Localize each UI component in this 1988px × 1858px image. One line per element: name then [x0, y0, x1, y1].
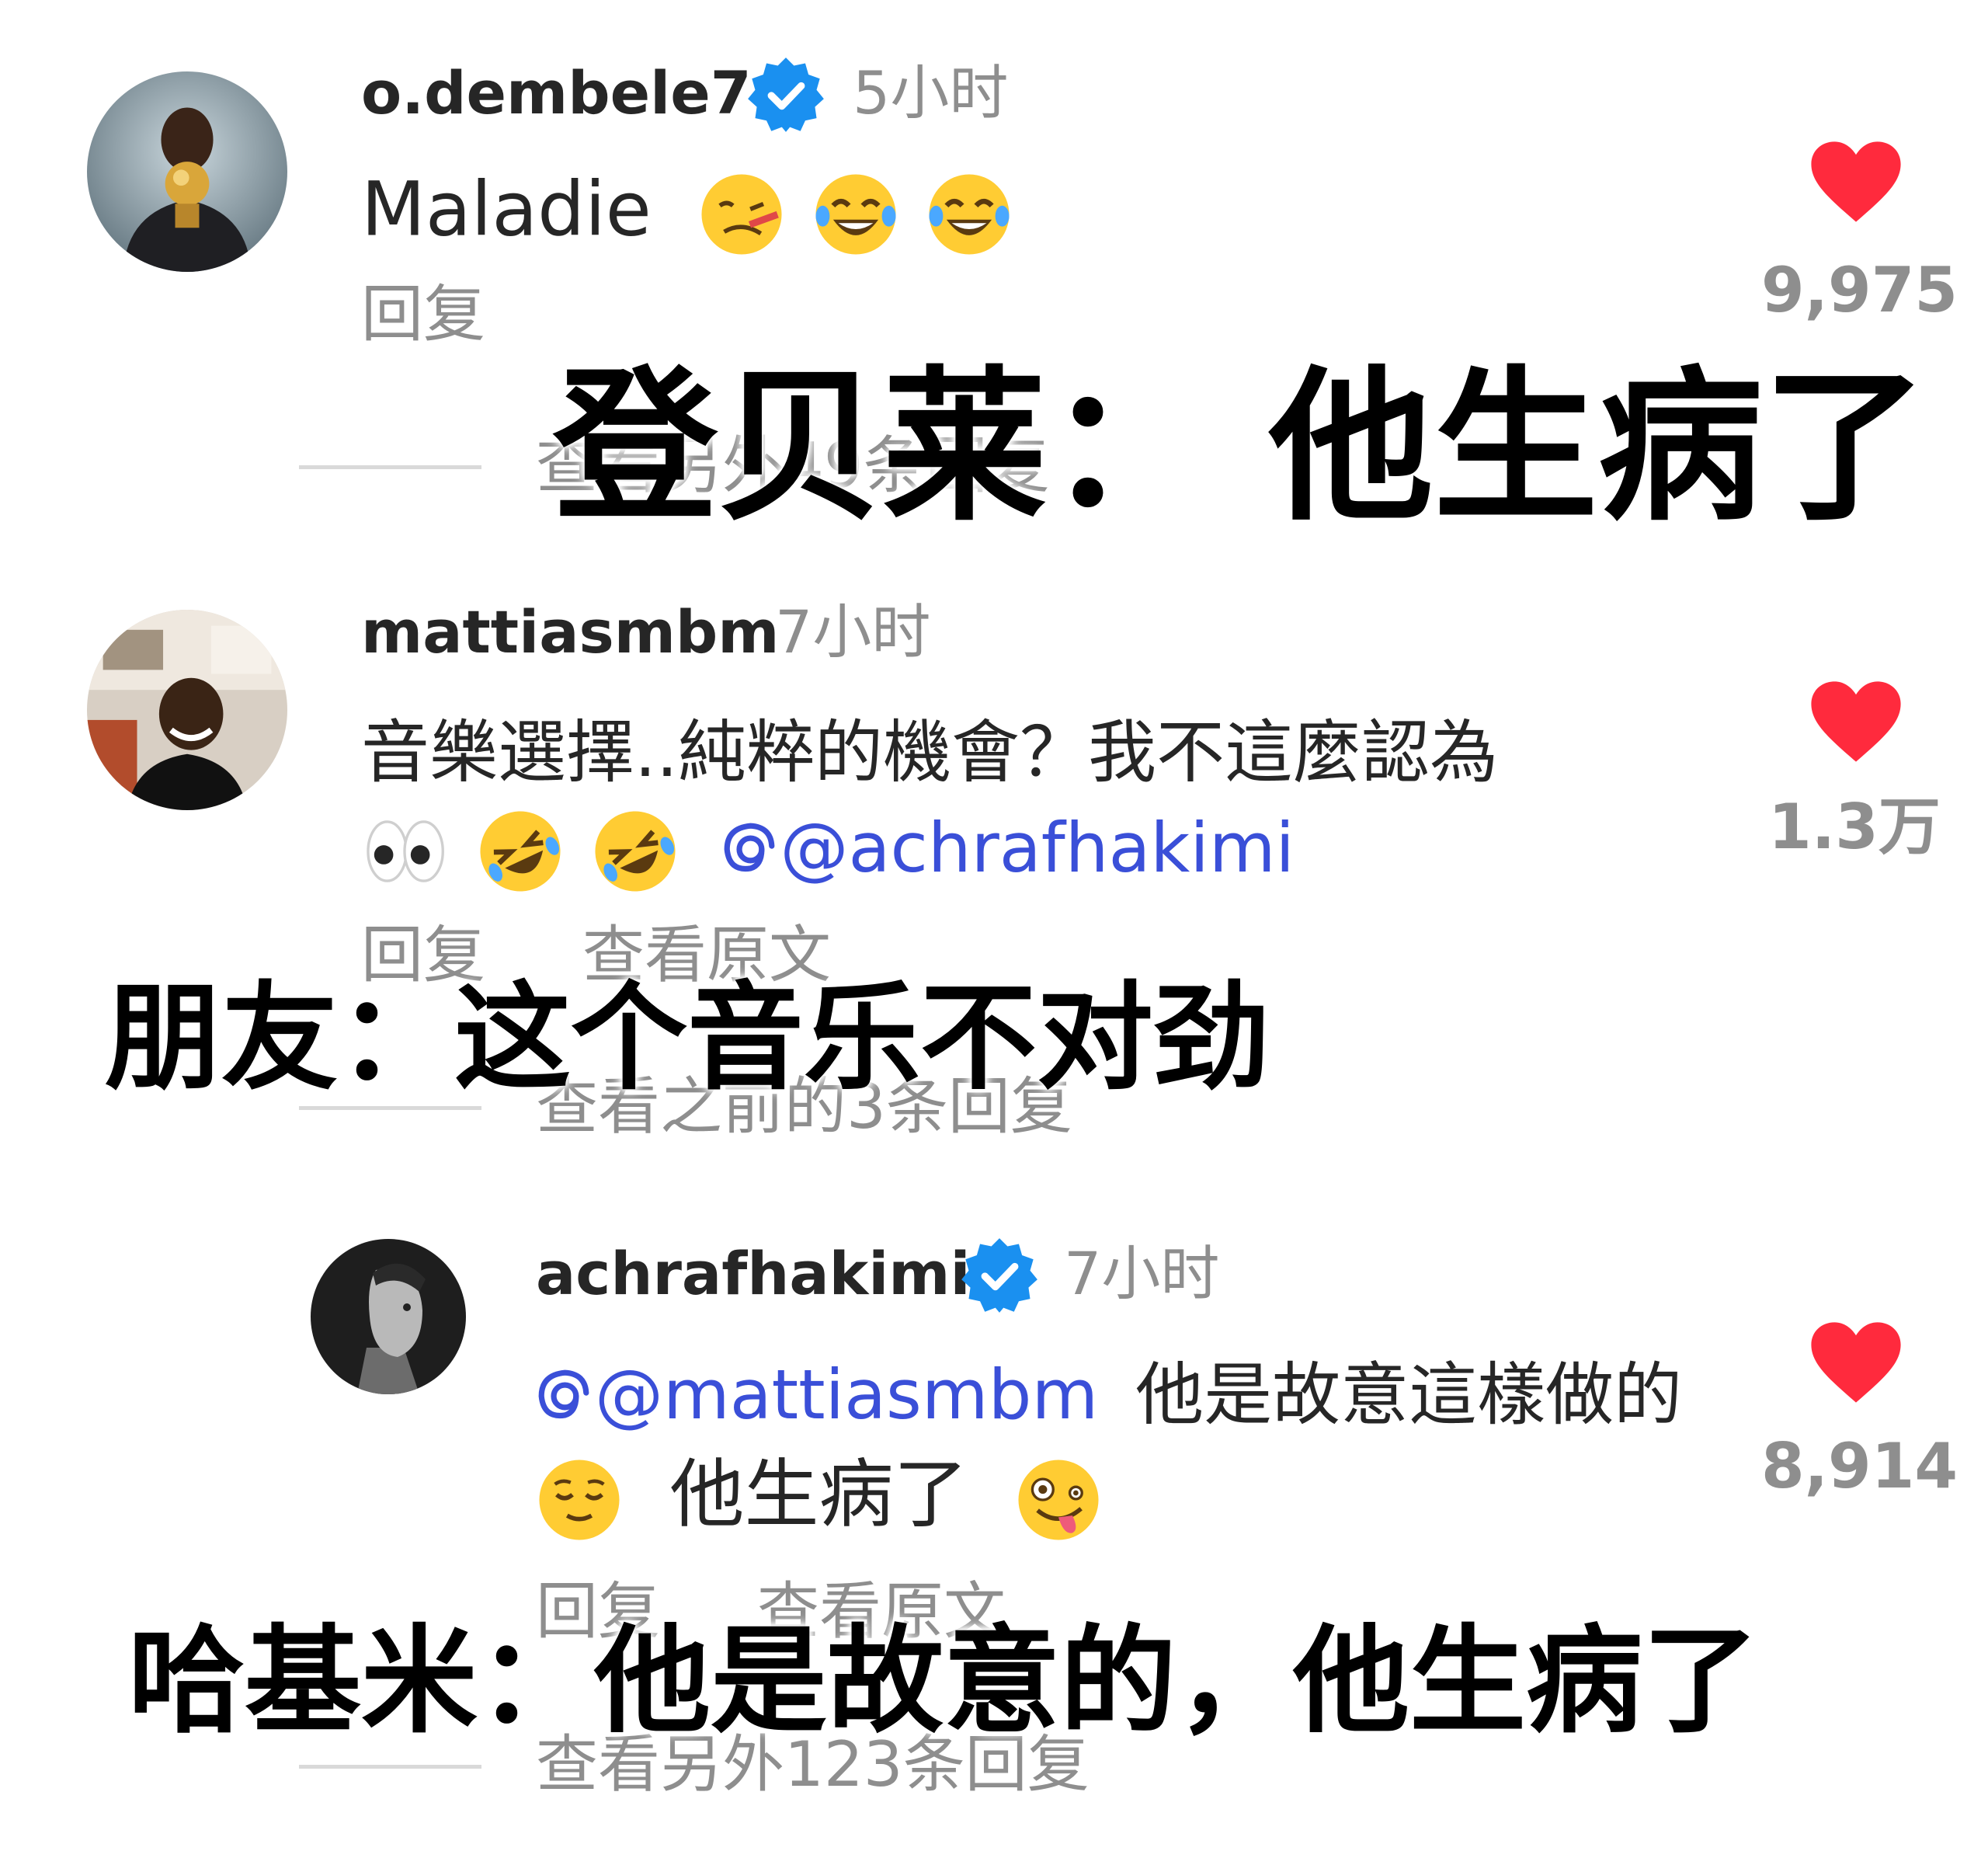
mention-text[interactable]: @mattiasmbm [595, 1355, 1098, 1435]
threads-at-icon [536, 1367, 592, 1423]
caption-overlay: 哈基米：他是故意的，他生病了 [128, 1614, 1760, 1749]
comment-text-line2: @achrafhakimi [361, 808, 1295, 895]
comment-username[interactable]: o.dembele7 [361, 64, 752, 123]
comment-username[interactable]: achrafhakimi [536, 1244, 971, 1303]
comment-text-line1: 音樂選擇..純粹的機會？我不這麼認為 [361, 712, 1498, 792]
replies-divider [299, 465, 481, 469]
mention-link[interactable]: @achrafhakimi [721, 808, 1295, 888]
comment-username[interactable]: mattiasmbm [361, 603, 780, 662]
caption-overlay: 登贝莱： 他生病了 [553, 351, 1927, 543]
like-count: 8,914 [1761, 1430, 1958, 1502]
replies-divider [299, 1106, 481, 1110]
like-heart-icon[interactable] [1809, 1320, 1903, 1404]
verified-badge-icon [746, 54, 826, 135]
avatar-mattiasmbm[interactable] [87, 610, 287, 810]
comment-time: 7小时 [1064, 1239, 1220, 1308]
mention-text[interactable]: @achrafhakimi [780, 808, 1295, 888]
comment-text-content: Maladie [361, 165, 652, 253]
like-count: 1.3万 [1768, 791, 1941, 863]
like-heart-icon[interactable] [1809, 140, 1903, 224]
replies-divider [299, 1765, 481, 1769]
comment-text-content: 他是故意這樣做的 [1135, 1355, 1683, 1435]
tears-of-joy-icon [926, 171, 1013, 258]
caption-overlay: 朋友：这个音乐不对劲 [105, 971, 1270, 1106]
comment-text: Maladie [361, 171, 1013, 258]
woozy-face-icon [698, 171, 785, 258]
comment-text-content: 他生病了 [669, 1451, 968, 1539]
zany-face-icon [1015, 1456, 1102, 1543]
avatar-achrafhakimi[interactable] [311, 1239, 466, 1394]
like-heart-icon[interactable] [1809, 680, 1903, 764]
threads-at-icon [721, 820, 777, 876]
mention-link[interactable]: @mattiasmbm [536, 1355, 1098, 1435]
comment-text-line1: @mattiasmbm 他是故意這樣做的 [536, 1361, 1682, 1429]
eyes-icon [361, 808, 448, 895]
comment-time: 5小时 [853, 58, 1009, 127]
relieved-face-icon [536, 1456, 623, 1543]
rolling-laughing-icon [592, 808, 679, 895]
rolling-laughing-icon [477, 808, 564, 895]
avatar-odembele7[interactable] [87, 71, 287, 272]
verified-badge-icon [959, 1235, 1040, 1316]
comment-time: 7小时 [775, 597, 931, 666]
like-count: 9,975 [1761, 254, 1958, 326]
comment-text-line2: 他生病了 [536, 1456, 1102, 1543]
tears-of-joy-icon [812, 171, 899, 258]
reply-button[interactable]: 回复 [361, 284, 485, 346]
